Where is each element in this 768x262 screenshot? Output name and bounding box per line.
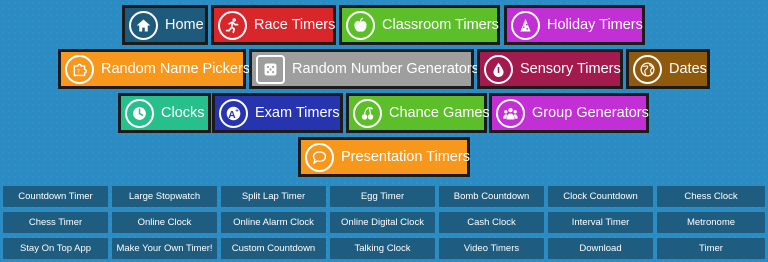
puzzle-icon: ?	[65, 54, 94, 84]
nav-exam-timers-button[interactable]: A + Exam Timers	[212, 93, 343, 133]
nav-presentation-timers-button[interactable]: Presentation Timers	[298, 137, 470, 177]
link-online-alarm-clock[interactable]: Online Alarm Clock	[221, 212, 326, 233]
link-egg-timer[interactable]: Egg Timer	[330, 186, 435, 207]
link-bomb-countdown[interactable]: Bomb Countdown	[439, 186, 544, 207]
svg-text:?: ?	[77, 68, 80, 74]
globe-icon	[633, 54, 662, 84]
link-timer[interactable]: Timer	[657, 238, 765, 259]
nav-dates-button[interactable]: Dates	[626, 49, 710, 89]
link-talking-clock[interactable]: Talking Clock	[330, 238, 435, 259]
droplet-icon	[484, 54, 513, 84]
nav-group-generators-button[interactable]: Group Generators	[489, 93, 649, 133]
cherries-icon	[353, 98, 382, 128]
nav-home-label: Home	[165, 17, 204, 33]
nav-clocks-label: Clocks	[161, 105, 205, 121]
link-online-clock[interactable]: Online Clock	[112, 212, 217, 233]
nav-random-number-generators-label: Random Number Generators	[292, 61, 479, 77]
link-make-your-own-timer[interactable]: Make Your Own Timer!	[112, 238, 217, 259]
nav-random-name-pickers-button[interactable]: ? Random Name Pickers	[58, 49, 250, 89]
party-hat-icon	[511, 10, 540, 40]
link-chess-clock[interactable]: Chess Clock	[657, 186, 765, 207]
nav-exam-timers-label: Exam Timers	[255, 105, 340, 121]
link-video-timers[interactable]: Video Timers	[439, 238, 544, 259]
link-clock-countdown[interactable]: Clock Countdown	[548, 186, 653, 207]
nav-home-button[interactable]: Home	[122, 5, 208, 45]
link-countdown-timer[interactable]: Countdown Timer	[3, 186, 108, 207]
link-chess-timer[interactable]: Chess Timer	[3, 212, 108, 233]
link-cash-clock[interactable]: Cash Clock	[439, 212, 544, 233]
link-interval-timer[interactable]: Interval Timer	[548, 212, 653, 233]
link-split-lap-timer[interactable]: Split Lap Timer	[221, 186, 326, 207]
link-stay-on-top-app[interactable]: Stay On Top App	[3, 238, 108, 259]
home-icon	[129, 10, 158, 40]
nav-group-generators-label: Group Generators	[532, 105, 649, 121]
nav-holiday-timers-button[interactable]: Holiday Timers	[504, 5, 645, 45]
nav-clocks-button[interactable]: Clocks	[118, 93, 211, 133]
nav-random-number-generators-button[interactable]: Random Number Generators	[249, 49, 479, 89]
grade-a-plus-icon: A +	[219, 98, 248, 128]
nav-race-timers-label: Race Timers	[254, 17, 336, 33]
nav-holiday-timers-label: Holiday Timers	[547, 17, 643, 33]
nav-classroom-timers-label: Classroom Timers	[382, 17, 499, 33]
nav-sensory-timers-label: Sensory Timers	[520, 61, 621, 77]
nav-dates-label: Dates	[669, 61, 707, 77]
nav-sensory-timers-button[interactable]: Sensory Timers	[477, 49, 623, 89]
runner-icon	[218, 10, 247, 40]
people-icon	[496, 98, 525, 128]
nav-race-timers-button[interactable]: Race Timers	[211, 5, 336, 45]
link-custom-countdown[interactable]: Custom Countdown	[221, 238, 326, 259]
nav-random-name-pickers-label: Random Name Pickers	[101, 61, 251, 77]
clock-icon	[125, 98, 154, 128]
link-online-digital-clock[interactable]: Online Digital Clock	[330, 212, 435, 233]
nav-chance-games-button[interactable]: Chance Games	[346, 93, 490, 133]
link-download[interactable]: Download	[548, 238, 653, 259]
dice-icon	[256, 54, 285, 84]
nav-presentation-timers-label: Presentation Timers	[341, 149, 470, 165]
link-large-stopwatch[interactable]: Large Stopwatch	[112, 186, 217, 207]
nav-classroom-timers-button[interactable]: Classroom Timers	[339, 5, 500, 45]
svg-text:+: +	[235, 108, 239, 114]
link-metronome[interactable]: Metronome	[657, 212, 765, 233]
apple-icon	[346, 10, 375, 40]
speech-bubble-icon	[305, 142, 334, 172]
nav-chance-games-label: Chance Games	[389, 105, 490, 121]
